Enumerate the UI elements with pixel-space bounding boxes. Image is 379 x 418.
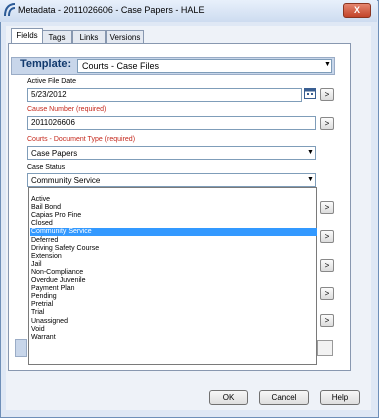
document-type-value: Case Papers	[31, 149, 78, 158]
tab-links[interactable]: Links	[72, 30, 106, 44]
case-status-option[interactable]: Extension	[30, 253, 317, 261]
case-status-option[interactable]: Pretrial	[30, 301, 317, 309]
case-status-option[interactable]: Void	[30, 326, 317, 334]
cause-number-more-button[interactable]: >	[320, 117, 334, 130]
cause-number-label: Cause Number (required)	[27, 106, 107, 113]
case-status-option[interactable]: Active	[30, 196, 317, 204]
active-file-date-more-button[interactable]: >	[320, 88, 334, 101]
case-status-option[interactable]: Community Service	[30, 228, 317, 237]
title-bar[interactable]: Metadata - 2011026606 - Case Papers - HA…	[0, 0, 377, 22]
cause-number-value: 2011026606	[31, 118, 75, 127]
case-status-option[interactable]: Warrant	[30, 334, 317, 342]
document-type-label: Courts - Document Type (required)	[27, 136, 136, 143]
case-status-label: Case Status	[27, 164, 66, 171]
active-file-date-input[interactable]	[27, 88, 302, 102]
case-status-option[interactable]: Payment Plan	[30, 285, 317, 293]
case-status-option[interactable]: Closed	[30, 220, 317, 228]
app-logo-icon	[3, 3, 17, 17]
case-status-option[interactable]: Pending	[30, 293, 317, 301]
case-status-option[interactable]: Capias Pro Fine	[30, 212, 317, 220]
template-label: Template:	[20, 58, 72, 70]
active-file-date-label: Active File Date	[27, 78, 77, 85]
calendar-icon[interactable]	[304, 87, 316, 99]
field-more-button[interactable]: >	[320, 201, 334, 214]
section-bar-edge	[15, 339, 27, 357]
chevron-down-icon[interactable]: ▼	[324, 61, 331, 68]
field-more-button[interactable]: >	[320, 259, 334, 272]
hidden-field-button[interactable]	[317, 340, 333, 356]
help-button[interactable]: Help	[320, 390, 360, 405]
tab-versions[interactable]: Versions	[106, 30, 144, 44]
case-status-option[interactable]: Non-Compliance	[30, 269, 317, 277]
case-status-option[interactable]: Jail	[30, 261, 317, 269]
chevron-down-icon[interactable]: ▼	[307, 149, 314, 156]
case-status-option[interactable]: Bail Bond	[30, 204, 317, 212]
field-more-button[interactable]: >	[320, 230, 334, 243]
close-button[interactable]: X	[343, 3, 371, 18]
tab-fields[interactable]: Fields	[11, 28, 43, 44]
chevron-down-icon[interactable]: ▼	[307, 176, 314, 183]
case-status-value: Community Service	[31, 176, 101, 185]
window-title: Metadata - 2011026606 - Case Papers - HA…	[18, 5, 205, 15]
case-status-option[interactable]: Trial	[30, 309, 317, 317]
ok-button[interactable]: OK	[209, 390, 248, 405]
template-value: Courts - Case Files	[82, 61, 160, 71]
tab-tags[interactable]: Tags	[42, 30, 72, 44]
case-status-option[interactable]: Deferred	[30, 237, 317, 245]
cancel-button[interactable]: Cancel	[259, 390, 309, 405]
case-status-option[interactable]: Overdue Juvenile	[30, 277, 317, 285]
field-more-button[interactable]: >	[320, 287, 334, 300]
active-file-date-value: 5/23/2012	[31, 90, 67, 99]
field-more-button[interactable]: >	[320, 314, 334, 327]
case-status-option[interactable]: Unassigned	[30, 318, 317, 326]
case-status-option[interactable]: Driving Safety Course	[30, 245, 317, 253]
